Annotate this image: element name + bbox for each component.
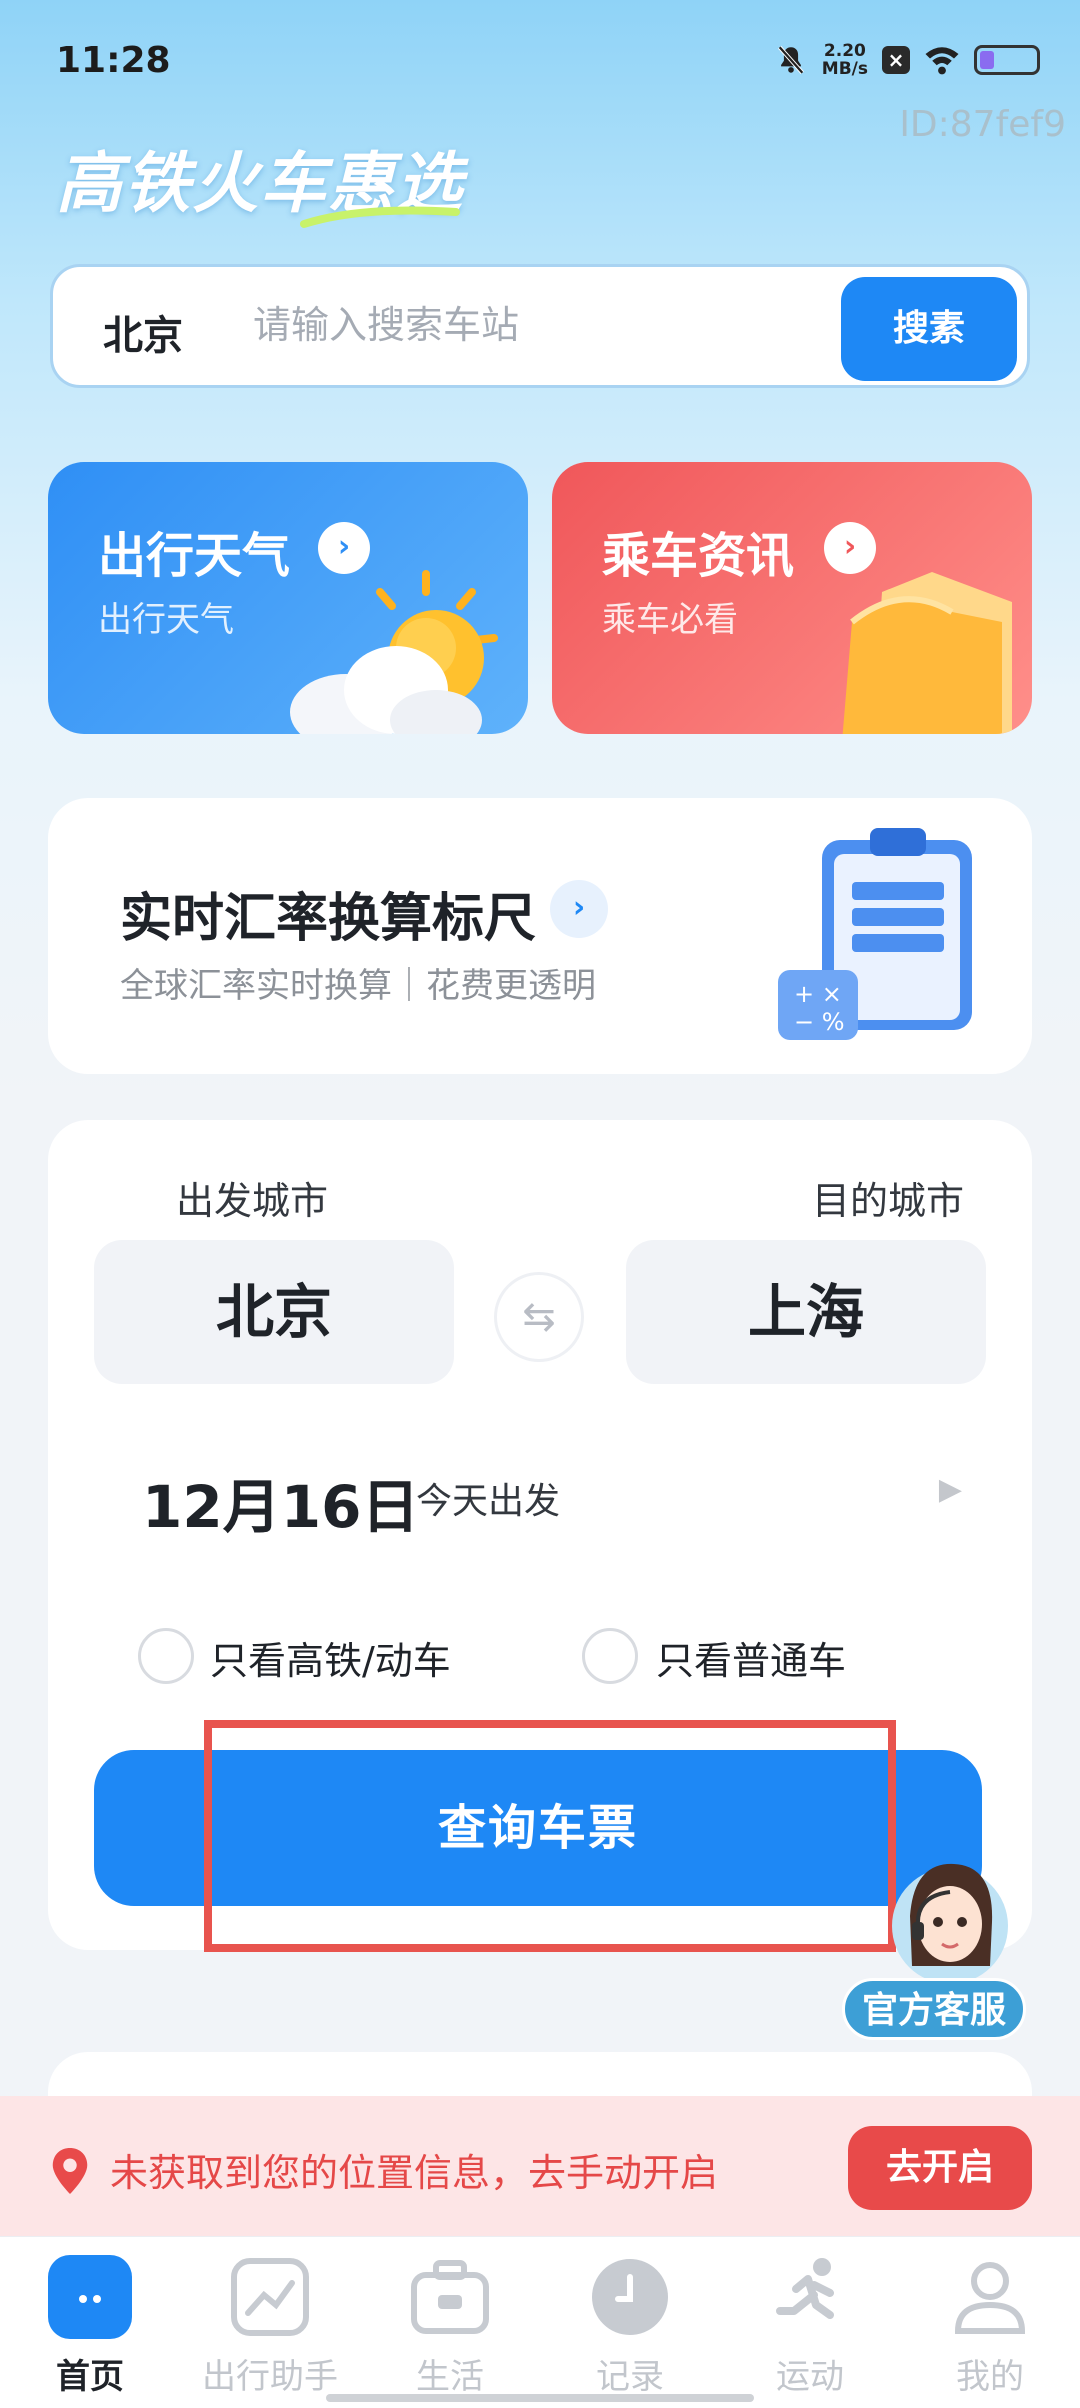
highlight-annotation-box [204,1720,896,1952]
home-icon [48,2255,132,2339]
nav-label: 生活 [416,2357,484,2397]
nav-item-life[interactable]: 生活 [360,2237,540,2408]
clipboard-calculator-icon: + × − % [778,828,972,1040]
customer-service-button[interactable]: 官方客服 [842,1978,1026,2040]
exchange-card-subtitle: 全球汇率实时换算｜花费更透明 [120,966,596,1006]
mute-bell-icon [777,45,804,75]
nav-label: 出行助手 [202,2357,338,2397]
battery-fill [980,51,995,69]
folder-icon [842,572,1012,734]
exchange-rate-card[interactable]: 实时汇率换算标尺 › 全球汇率实时换算｜花费更透明 + × − % [48,798,1032,1074]
destination-city-label: 目的城市 [811,1179,964,1223]
bottom-nav: 首页 出行助手 生活 记录 运动 我的 [0,2236,1080,2408]
location-message: 未获取到您的位置信息，去手动开启 [110,2151,719,2195]
highspeed-only-radio[interactable] [138,1628,194,1684]
home-indicator [326,2394,754,2402]
trend-chart-icon [228,2255,312,2339]
id-watermark: ID:87fef9 [899,104,1066,145]
normal-train-only-radio[interactable] [582,1628,638,1684]
swap-cities-button[interactable]: ⇆ [494,1272,584,1362]
enable-location-button[interactable]: 去开启 [848,2126,1032,2210]
location-pin-icon [52,2148,88,2194]
nav-item-travel-assistant[interactable]: 出行助手 [180,2237,360,2408]
nav-item-records[interactable]: 记录 [540,2237,720,2408]
normal-train-only-label[interactable]: 只看普通车 [656,1630,846,1685]
news-card-subtitle: 乘车必看 [602,600,738,640]
briefcase-icon [408,2255,492,2339]
news-card-title: 乘车资讯 [602,528,795,584]
chevron-right-icon[interactable]: ▶ [939,1472,962,1507]
person-icon [948,2255,1032,2339]
location-permission-banner: 未获取到您的位置信息，去手动开启 去开启 [0,2096,1080,2236]
search-button[interactable]: 搜素 [841,277,1017,381]
weather-card-title: 出行天气 [98,528,291,584]
network-speed: 2.20 MB/s [822,42,868,78]
weather-card-subtitle: 出行天气 [98,600,234,640]
search-city[interactable]: 北京 [103,303,183,361]
wifi-icon [925,47,959,75]
travel-news-card[interactable]: 乘车资讯 › 乘车必看 [552,462,1032,734]
nav-label: 我的 [956,2357,1024,2397]
nav-item-sports[interactable]: 运动 [720,2237,900,2408]
nav-item-profile[interactable]: 我的 [900,2237,1080,2408]
nav-label: 首页 [56,2357,124,2397]
search-bar: 北京 搜素 [50,264,1030,388]
departure-date-note: 今天出发 [416,1481,561,1522]
svg-text:− %: − % [794,1008,845,1036]
network-speed-unit: MB/s [821,59,868,79]
sun-cloud-icon [290,570,498,734]
departure-date[interactable]: 12月16日 [142,1460,419,1544]
departure-city-label: 出发城市 [176,1179,329,1223]
chevron-right-icon: › [550,880,608,938]
running-icon [768,2255,852,2339]
battery-icon [974,45,1040,75]
destination-city-selector[interactable]: 上海 [626,1240,986,1384]
clock-icon [588,2255,672,2339]
nav-label: 记录 [596,2357,664,2397]
departure-city-selector[interactable]: 北京 [94,1240,454,1384]
status-time: 11:28 [56,40,171,81]
title-swoosh-decoration [300,206,460,228]
search-input[interactable] [253,297,873,353]
status-icons: 2.20 MB/s × [774,42,1040,78]
svg-text:+ ×: + × [794,980,842,1008]
highspeed-only-label[interactable]: 只看高铁/动车 [210,1630,451,1685]
nav-label: 运动 [776,2357,844,2397]
customer-service-avatar[interactable] [890,1856,1010,1986]
network-speed-value: 2.20 [823,41,866,61]
weather-card[interactable]: 出行天气 › 出行天气 [48,462,528,734]
nav-item-home[interactable]: 首页 [0,2237,180,2408]
notification-x-icon: × [882,46,910,74]
exchange-card-title: 实时汇率换算标尺 [120,889,537,949]
